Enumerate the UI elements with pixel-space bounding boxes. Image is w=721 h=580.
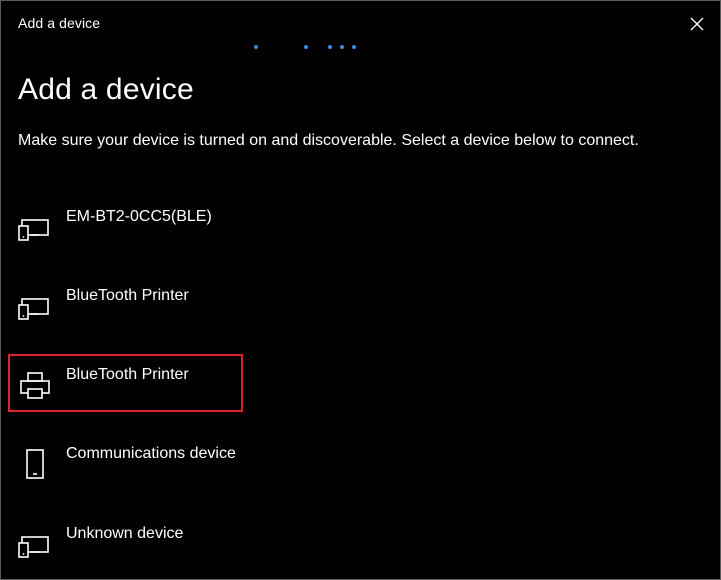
generic-device-icon	[18, 536, 49, 558]
progress-dot	[352, 45, 356, 49]
progress-dot	[328, 45, 332, 49]
device-item-printer[interactable]: BlueTooth Printer	[11, 355, 711, 413]
window-title: Add a device	[18, 15, 101, 31]
device-label: BlueTooth Printer	[66, 287, 189, 304]
add-device-window: Add a device Add a device Make sure your…	[0, 0, 721, 580]
device-item[interactable]: BlueTooth Printer	[11, 276, 711, 334]
device-label: EM-BT2-0CC5(BLE)	[66, 208, 212, 225]
device-item[interactable]: EM-BT2-0CC5(BLE)	[11, 197, 711, 255]
device-item[interactable]: Communications device	[11, 434, 711, 492]
device-item[interactable]: Unknown device	[11, 514, 711, 572]
close-icon	[690, 17, 704, 31]
page-title: Add a device	[18, 73, 194, 106]
progress-dot	[304, 45, 308, 49]
title-bar: Add a device	[1, 1, 721, 49]
progress-dot	[254, 45, 258, 49]
generic-device-icon	[18, 298, 49, 320]
phone-icon	[26, 449, 44, 479]
printer-icon	[20, 372, 50, 399]
instructions-text: Make sure your device is turned on and d…	[18, 132, 639, 149]
device-label: Unknown device	[66, 525, 184, 542]
generic-device-icon	[18, 219, 49, 241]
device-label: Communications device	[66, 445, 236, 462]
device-label: BlueTooth Printer	[66, 366, 189, 383]
close-button[interactable]	[677, 7, 717, 41]
progress-indicator	[1, 45, 721, 53]
progress-dot	[340, 45, 344, 49]
